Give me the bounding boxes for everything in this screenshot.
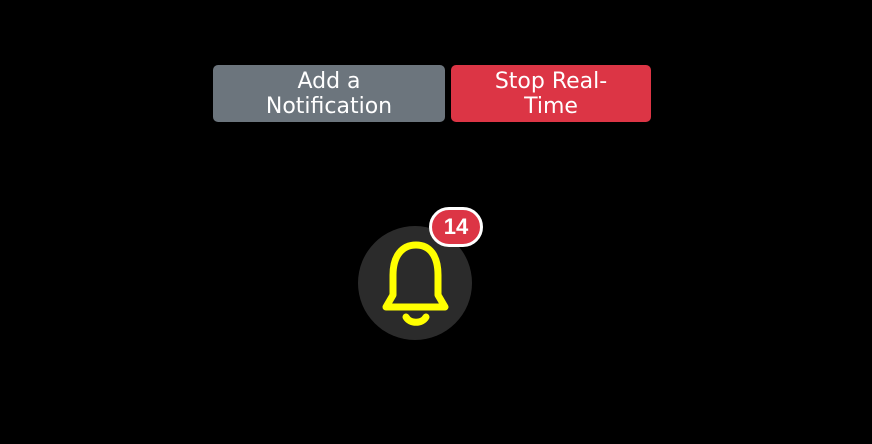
- add-notification-button[interactable]: Add a Notification: [213, 65, 445, 122]
- stop-realtime-button[interactable]: Stop Real-Time: [451, 65, 651, 122]
- notification-count-badge: 14: [429, 207, 483, 247]
- page: Add a Notification Stop Real-Time 14: [0, 0, 872, 444]
- toolbar: Add a Notification Stop Real-Time: [213, 65, 651, 122]
